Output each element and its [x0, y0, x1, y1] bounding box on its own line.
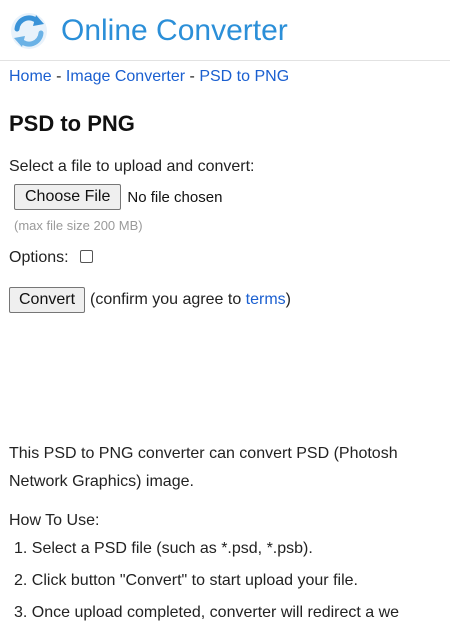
refresh-arrows-icon[interactable]: [9, 11, 49, 51]
site-title[interactable]: Online Converter: [61, 14, 288, 48]
convert-row: Convert (confirm you agree to terms): [9, 287, 291, 313]
file-input-row: Choose File No file chosen: [14, 184, 222, 210]
description-line: This PSD to PNG converter can convert PS…: [9, 445, 398, 462]
options-row: Options:: [9, 249, 93, 267]
how-to-step: 1. Select a PSD file (such as *.psd, *.p…: [14, 540, 313, 557]
breadcrumb-image-converter-link[interactable]: Image Converter: [66, 68, 185, 85]
page-title: PSD to PNG: [9, 111, 135, 136]
how-to-step: 3. Once upload completed, converter will…: [14, 604, 400, 621]
terms-link[interactable]: terms: [246, 291, 286, 308]
breadcrumb-separator: -: [189, 68, 200, 85]
options-checkbox[interactable]: [79, 249, 93, 263]
options-label: Options:: [9, 249, 69, 266]
description-line: Network Graphics) image.: [9, 473, 194, 490]
confirm-terms-text: (confirm you agree to terms): [90, 291, 291, 309]
confirm-suffix: ): [285, 291, 291, 308]
breadcrumb-psd-to-png-link[interactable]: PSD to PNG: [199, 68, 289, 85]
choose-file-button[interactable]: Choose File: [14, 184, 122, 210]
how-to-step: 2. Click button "Convert" to start uploa…: [14, 572, 358, 589]
file-status-text: No file chosen: [127, 188, 223, 206]
convert-button[interactable]: Convert: [9, 287, 86, 313]
max-file-size-note: (max file size 200 MB): [14, 218, 143, 233]
site-header: Online Converter: [0, 0, 450, 61]
how-to-steps-list: 1. Select a PSD file (such as *.psd, *.p…: [14, 540, 399, 636]
converter-description: This PSD to PNG converter can convert PS…: [9, 440, 398, 496]
breadcrumb-separator: -: [56, 68, 66, 85]
confirm-prefix: (confirm you agree to: [90, 291, 246, 308]
how-to-title: How To Use:: [9, 512, 100, 529]
breadcrumb-home-link[interactable]: Home: [9, 68, 52, 85]
upload-label: Select a file to upload and convert:: [9, 158, 255, 175]
breadcrumb: Home - Image Converter - PSD to PNG: [9, 68, 289, 86]
